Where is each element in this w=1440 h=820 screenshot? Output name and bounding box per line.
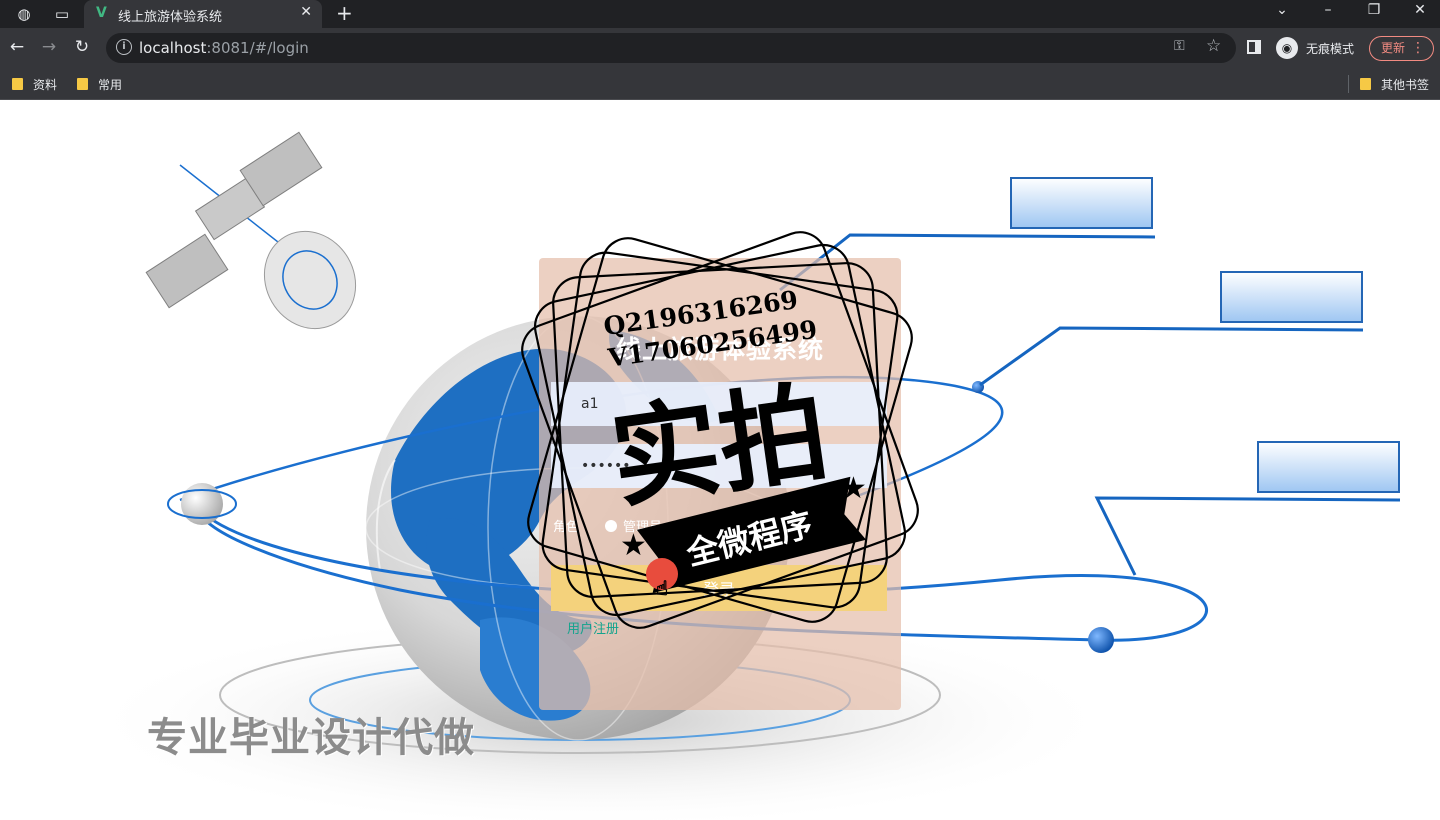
bookmark-label: 常用 — [98, 78, 123, 92]
username-input[interactable] — [551, 382, 887, 426]
address-bar[interactable]: i localhost:8081/#/login ⚿ ☆ — [106, 33, 1236, 63]
role-label: 角色 — [553, 520, 580, 535]
slogan-watermark: 专业毕业设计代做 — [147, 715, 475, 761]
tab-title: 线上旅游体验系统 — [118, 10, 223, 25]
folder-icon — [1360, 78, 1371, 90]
page-viewport: 线上旅游体验系统 角色管理员 登录 用户注册 Q2196316269 V1706… — [0, 100, 1440, 820]
login-card: 线上旅游体验系统 角色 管理员 登录 用户注册 — [539, 258, 901, 710]
new-tab-icon[interactable]: + — [336, 1, 353, 25]
register-link[interactable]: 用户注册 — [567, 618, 619, 637]
close-window-icon[interactable]: ✕ — [1410, 2, 1430, 18]
callout-box — [1257, 441, 1400, 493]
vue-favicon-icon: V — [96, 5, 107, 21]
callout-box — [1220, 271, 1363, 323]
more-vert-icon: ⋮ — [1411, 40, 1425, 56]
url-host: localhost — [139, 39, 207, 57]
close-tab-icon[interactable]: ✕ — [300, 4, 312, 20]
password-input[interactable] — [551, 444, 887, 488]
active-tab[interactable]: V 线上旅游体验系统 ✕ — [84, 0, 322, 28]
bookmark-label: 其他书签 — [1381, 78, 1430, 92]
incognito-icon[interactable]: ◉ — [1276, 37, 1298, 59]
tab-list-chevron-icon[interactable]: ⌄ — [1272, 2, 1292, 18]
password-key-icon[interactable]: ⚿ — [1174, 38, 1185, 54]
bookmark-folder-changyong[interactable]: 常用 — [77, 76, 122, 93]
role-radio[interactable] — [605, 520, 618, 532]
restore-icon[interactable]: ❐ — [1364, 2, 1384, 18]
forward-arrow-icon[interactable]: → — [38, 36, 60, 58]
folder-icon — [12, 78, 23, 90]
role-selector: 角色 管理员 — [553, 516, 662, 535]
callout-box — [1010, 177, 1153, 229]
update-label: 更新 — [1381, 41, 1406, 55]
bookmark-divider — [1348, 75, 1349, 93]
bookmark-star-icon[interactable]: ☆ — [1206, 36, 1221, 56]
globe-icon[interactable]: ◍ — [14, 4, 34, 24]
folder-icon — [77, 78, 88, 90]
url-text[interactable]: localhost:8081/#/login — [139, 39, 309, 57]
role-option-label[interactable]: 管理员 — [623, 520, 662, 535]
orbit-node — [1088, 627, 1114, 653]
back-arrow-icon[interactable]: ← — [6, 36, 28, 58]
side-panel-icon[interactable] — [1247, 40, 1261, 54]
satellite-icon — [145, 131, 357, 330]
site-info-icon[interactable]: i — [116, 39, 132, 55]
tab-search-icon[interactable]: ▭ — [52, 4, 72, 24]
login-button[interactable]: 登录 — [551, 565, 887, 611]
incognito-label: 无痕模式 — [1306, 42, 1355, 56]
bookmark-folder-ziliao[interactable]: 资料 — [12, 76, 57, 93]
bookmark-label: 资料 — [33, 78, 58, 92]
login-title: 线上旅游体验系统 — [615, 335, 824, 364]
browser-toolbar: ← → ↻ i localhost:8081/#/login ⚿ ☆ ◉ 无痕模… — [0, 28, 1440, 68]
tab-strip: ◍ ▭ V 线上旅游体验系统 ✕ + ⌄ – ❐ ✕ — [0, 0, 1440, 28]
update-button[interactable]: 更新 ⋮ — [1369, 36, 1434, 61]
bookmarks-bar: 资料 常用 其他书签 — [0, 68, 1440, 100]
minimize-icon[interactable]: – — [1318, 2, 1338, 18]
reload-icon[interactable]: ↻ — [71, 36, 93, 58]
url-path: :8081/#/login — [206, 39, 309, 57]
other-bookmarks-folder[interactable]: 其他书签 — [1360, 76, 1429, 93]
